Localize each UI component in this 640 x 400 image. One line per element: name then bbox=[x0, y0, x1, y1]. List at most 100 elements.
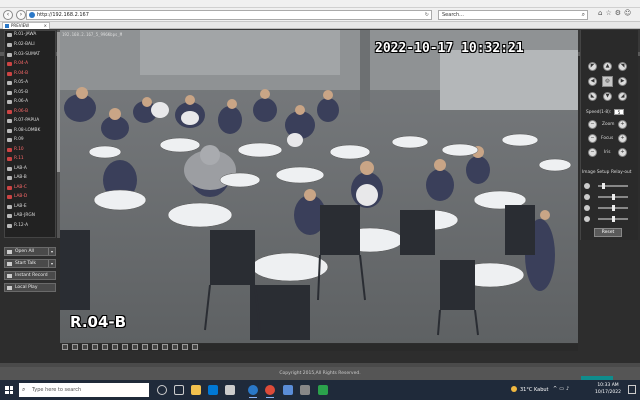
search-icon[interactable]: ⌕ bbox=[582, 11, 585, 19]
layout-split-icon[interactable] bbox=[112, 344, 118, 350]
channel-item[interactable]: R.02-BALI bbox=[5, 41, 55, 51]
instant-record-button[interactable]: Instant Record bbox=[4, 271, 56, 280]
reset-button[interactable]: Reset bbox=[594, 228, 622, 237]
focus-out-icon[interactable]: − bbox=[588, 134, 597, 143]
ptz-up-right-icon[interactable]: ◥ bbox=[618, 62, 627, 71]
layout-split-icon[interactable] bbox=[182, 344, 188, 350]
channel-item[interactable]: LAB-A bbox=[5, 165, 55, 175]
network-icon[interactable]: ▭ bbox=[559, 386, 566, 392]
open-all-button[interactable]: Open All ▾ bbox=[4, 247, 56, 256]
chevron-down-icon[interactable]: ▾ bbox=[48, 248, 55, 255]
channel-item[interactable]: R.08-LOMBK bbox=[5, 127, 55, 137]
channel-item[interactable]: R.06-B bbox=[5, 108, 55, 118]
ptz-down-left-icon[interactable]: ◣ bbox=[588, 92, 597, 101]
weather-widget[interactable]: 31°C Kabut bbox=[511, 385, 549, 395]
local-play-button[interactable]: Local Play bbox=[4, 283, 56, 292]
taskbar-clock[interactable]: 10:33 AM 10/17/2022 bbox=[592, 382, 624, 396]
layout-split-icon[interactable] bbox=[82, 344, 88, 350]
browser-tab[interactable]: PREVIEW × bbox=[2, 22, 50, 29]
speed-select[interactable]: 5 bbox=[614, 109, 624, 115]
live-video-view[interactable]: 192.168.2.167_5_996Kbps_M 2022-10-17 10:… bbox=[60, 30, 578, 343]
taskbar-search[interactable]: ⌕ Type here to search bbox=[19, 383, 149, 397]
iris-open-icon[interactable]: + bbox=[618, 148, 627, 157]
channel-item[interactable]: R.04-B bbox=[5, 70, 55, 80]
layout-split-icon[interactable] bbox=[162, 344, 168, 350]
focus-in-icon[interactable]: + bbox=[618, 134, 627, 143]
channel-item[interactable]: R.12-A bbox=[5, 222, 55, 232]
store-icon[interactable] bbox=[225, 385, 235, 395]
channel-item[interactable]: R.05-A bbox=[5, 79, 55, 89]
slider-knob[interactable] bbox=[612, 194, 615, 200]
layout-split-icon[interactable] bbox=[102, 344, 108, 350]
channel-item[interactable]: R.01-JAWA bbox=[5, 31, 55, 41]
channel-item[interactable]: R.06-A bbox=[5, 98, 55, 108]
ptz-center-icon[interactable]: ◎ bbox=[602, 76, 613, 87]
layout-split-icon[interactable] bbox=[192, 344, 198, 350]
video-toolbar bbox=[60, 344, 578, 351]
back-button[interactable]: ‹ bbox=[3, 9, 13, 20]
forward-button[interactable]: › bbox=[16, 9, 26, 20]
chrome-icon[interactable] bbox=[265, 385, 275, 398]
volume-icon[interactable]: ♪ bbox=[566, 386, 571, 392]
slider-knob[interactable] bbox=[612, 205, 615, 211]
channel-item[interactable]: LAB-E bbox=[5, 203, 55, 213]
cortana-icon[interactable] bbox=[157, 385, 167, 395]
layout-split-icon[interactable] bbox=[62, 344, 68, 350]
channel-item[interactable]: R.05-B bbox=[5, 89, 55, 99]
channel-item[interactable]: R.11 bbox=[5, 155, 55, 165]
image-setup-tab[interactable]: Image Setup bbox=[582, 170, 609, 175]
app-icon[interactable] bbox=[300, 385, 310, 395]
refresh-icon[interactable]: ↻ bbox=[425, 11, 429, 19]
ptz-left-icon[interactable]: ◀ bbox=[588, 77, 597, 86]
channel-item[interactable]: R.10 bbox=[5, 146, 55, 156]
channel-item[interactable]: LAB-JRGN bbox=[5, 212, 55, 222]
address-bar[interactable]: http://192.168.2.167 ↻ bbox=[26, 10, 432, 20]
ptz-down-right-icon[interactable]: ◢ bbox=[618, 92, 627, 101]
smiley-icon[interactable]: ☺ bbox=[624, 9, 634, 17]
relay-out-tab[interactable]: Relay-out bbox=[611, 170, 631, 175]
contrast-slider[interactable] bbox=[598, 194, 628, 200]
windows-start-icon[interactable] bbox=[5, 386, 13, 394]
ptz-up-icon[interactable]: ▲ bbox=[603, 62, 612, 71]
slider-knob[interactable] bbox=[612, 216, 615, 222]
zoom-in-icon[interactable]: + bbox=[618, 120, 627, 129]
channel-item[interactable]: R.04-A bbox=[5, 60, 55, 70]
system-tray[interactable]: ^▭♪ bbox=[553, 386, 571, 392]
tab-close-icon[interactable]: × bbox=[44, 23, 47, 29]
ptz-right-icon[interactable]: ▶ bbox=[618, 77, 627, 86]
channel-item[interactable]: LAB-B bbox=[5, 174, 55, 184]
app-icon[interactable] bbox=[283, 385, 293, 395]
layout-split-icon[interactable] bbox=[122, 344, 128, 350]
task-view-icon[interactable] bbox=[174, 385, 184, 395]
channel-item[interactable]: R.09 bbox=[5, 136, 55, 146]
start-talk-button[interactable]: Start Talk ▾ bbox=[4, 259, 56, 268]
gear-icon[interactable]: ⚙ bbox=[615, 9, 624, 17]
ptz-up-left-icon[interactable]: ◤ bbox=[588, 62, 597, 71]
layout-split-icon[interactable] bbox=[92, 344, 98, 350]
internet-explorer-icon[interactable] bbox=[248, 385, 258, 398]
channel-item[interactable]: LAB-D bbox=[5, 193, 55, 203]
channel-item[interactable]: R.03-SUMAT bbox=[5, 51, 55, 61]
ptz-down-icon[interactable]: ▼ bbox=[603, 92, 612, 101]
layout-split-icon[interactable] bbox=[172, 344, 178, 350]
saturation-slider[interactable] bbox=[598, 205, 628, 211]
channel-item[interactable]: LAB-C bbox=[5, 184, 55, 194]
browser-search-box[interactable]: Search... ⌕ bbox=[438, 10, 588, 20]
layout-split-icon[interactable] bbox=[132, 344, 138, 350]
edge-icon[interactable] bbox=[208, 385, 218, 395]
channel-label: R.04-B bbox=[14, 70, 29, 76]
layout-split-icon[interactable] bbox=[142, 344, 148, 350]
slider-knob[interactable] bbox=[602, 183, 605, 189]
zoom-out-icon[interactable]: − bbox=[588, 120, 597, 129]
file-explorer-icon[interactable] bbox=[191, 385, 201, 395]
iris-close-icon[interactable]: − bbox=[588, 148, 597, 157]
star-icon[interactable]: ☆ bbox=[605, 9, 614, 17]
brightness-slider[interactable] bbox=[598, 183, 628, 189]
layout-split-icon[interactable] bbox=[72, 344, 78, 350]
chevron-down-icon[interactable]: ▾ bbox=[48, 260, 55, 267]
layout-split-icon[interactable] bbox=[152, 344, 158, 350]
app-icon[interactable] bbox=[318, 385, 328, 395]
channel-item[interactable]: R.07-PAPUA bbox=[5, 117, 55, 127]
hue-slider[interactable] bbox=[598, 216, 628, 222]
notification-icon[interactable] bbox=[628, 385, 636, 394]
